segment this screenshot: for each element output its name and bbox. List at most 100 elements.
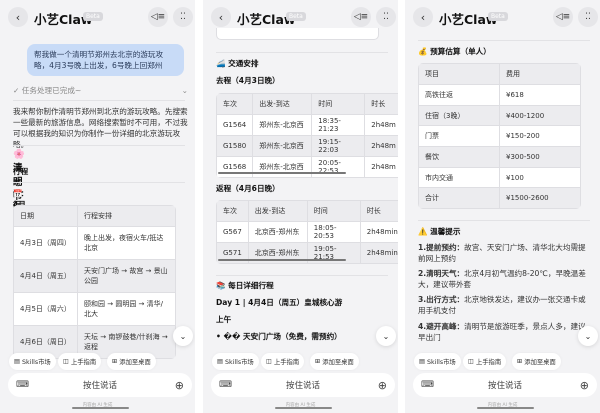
table-row: G1580 郑州东-北京西 19:15-22:03 2h48m [216,135,398,157]
itinerary-item: • �� 天安门广场（免费，需预约） [216,332,342,341]
scroll-down-button[interactable]: ⌄ [376,326,396,346]
chip-guide[interactable]: ◫ 上手指南 [261,353,305,370]
scroll-down-button[interactable]: ⌄ [578,326,598,346]
table-cell: 合计 [418,187,500,210]
table-cell: 2h48m [364,156,398,178]
speaker-button[interactable]: ◁≡ [351,7,371,27]
horizontal-scrollbar[interactable] [218,259,346,261]
table-row: 4月5日（周六） 颐和园 → 圆明园 → 清华/北大 [13,292,176,326]
book-icon: ◫ [468,358,474,365]
speaker-icon: ◁≡ [150,12,166,22]
menu-button[interactable]: ⁚⁚ [376,7,396,27]
chip-add-desktop[interactable]: ⊞ 添加至桌面 [512,353,561,370]
divider [418,40,590,41]
back-button[interactable]: ‹ [413,7,433,27]
keyboard-icon[interactable]: ⌨ [219,380,232,390]
chip-add-desktop[interactable]: ⊞ 添加至桌面 [310,353,359,370]
task-status-toggle[interactable]: ✓ 任务处理已完成~ ⌄ [13,85,188,96]
menu-button[interactable]: ⁚⁚ [578,7,598,27]
divider [13,182,185,183]
plus-square-icon: ⊞ [112,358,118,365]
table-cell: ¥1500-2600 [499,187,581,210]
voice-input-bar[interactable]: ⌨ 按住说话 ⊕ [211,373,395,397]
screen-1: 帮我做一个清明节郑州去北京的游玩攻略，4月3号晚上出发，6号晚上回郑州 ✓ 任务… [0,0,195,413]
hold-to-talk[interactable]: 按住说话 [286,379,320,391]
table-row: 合计 ¥1500-2600 [418,187,581,210]
chevron-down-icon: ⌄ [181,86,188,95]
plus-icon[interactable]: ⊕ [580,379,589,392]
keyboard-icon[interactable]: ⌨ [421,380,434,390]
label: 2.清明天气： [418,269,465,278]
store-icon: ▤ [217,358,223,365]
table-cell: 2h48m [364,135,398,157]
table-cell: 车次 [216,200,249,222]
divider [13,100,185,101]
home-indicator [275,407,332,409]
table-cell: 高铁往返 [418,84,500,106]
chip-guide[interactable]: ◫ 上手指南 [58,353,102,370]
table-row: 住宿（3晚） ¥400-1200 [418,104,581,127]
chip-guide[interactable]: ◫ 上手指南 [463,353,507,370]
speaker-button[interactable]: ◁≡ [553,7,573,27]
chip-skills-market[interactable]: ▤ Skills市场 [212,353,259,370]
divider [216,52,388,53]
table-cell: 颐和园 → 圆明园 → 清华/北大 [77,292,176,326]
hold-to-talk[interactable]: 按住说话 [488,379,522,391]
table-cell: 时间 [311,93,366,115]
table-cell: 4月5日（周六） [13,292,78,326]
table-cell: ¥100 [499,166,581,189]
table-cell: 郑州东-北京西 [252,114,313,136]
table-cell: 19:15-22:03 [311,135,366,157]
table-cell: G1580 [216,135,254,157]
chevron-down-icon: ⌄ [382,331,390,341]
divider [216,275,388,276]
plus-icon[interactable]: ⊕ [175,379,184,392]
table-fragment [216,28,379,40]
table-cell: 2h48m [364,114,398,136]
table-cell: 18:05-20:53 [306,221,361,243]
table-cell: 20:05-22:53 [311,156,366,178]
keyboard-icon[interactable]: ⌨ [16,380,29,390]
return-table: 车次 出发-到达 时间 时长 G567 北京西-郑州东 18:05-20:53 2h48mi… [216,200,398,264]
transport-heading: 🚄 交通安排 [216,59,259,68]
label: 4.避开高峰： [418,322,465,331]
user-message-bubble: 帮我做一个清明节郑州去北京的游玩攻略，4月3号晚上出发，6号晚上回郑州 [27,44,184,76]
tip-item: 4.避开高峰：清明节是旅游旺季，景点人多，建议早出门 [418,321,593,343]
scroll-down-button[interactable]: ⌄ [173,326,193,346]
chip-add-desktop[interactable]: ⊞ 添加至桌面 [107,353,156,370]
chip-skills-market[interactable]: ▤ Skills市场 [9,353,56,370]
table-cell: 时长 [359,200,398,222]
budget-heading: 💰 预算估算（单人） [418,47,491,56]
table-cell: 2h48min [359,242,398,264]
table-cell: ¥618 [499,84,581,106]
daily-heading: 📚 每日详细行程 [216,281,274,290]
speaker-button[interactable]: ◁≡ [148,7,168,27]
plus-icon[interactable]: ⊕ [378,379,387,392]
label: 添加至桌面 [524,359,556,366]
store-icon: ▤ [419,358,425,365]
voice-input-bar[interactable]: ⌨ 按住说话 ⊕ [413,373,597,397]
voice-input-bar[interactable]: ⌨ 按住说话 ⊕ [8,373,192,397]
divider [13,145,185,146]
day1-title: Day 1 | 4月4日（周五）皇城核心游 [216,298,343,307]
book-icon: ◫ [266,358,272,365]
back-button[interactable]: ‹ [8,7,28,27]
table-row: G1564 郑州东-北京西 18:35-21:23 2h48m [216,114,398,136]
header-cell: 行程安排 [77,205,176,227]
hold-to-talk[interactable]: 按住说话 [83,379,117,391]
label: 1.提前预约： [418,243,465,252]
table-cell: 门票 [418,125,500,148]
table-cell: 市内交通 [418,166,500,189]
table-cell: 晚上出发，夜宿火车/抵达北京 [77,226,176,260]
label: 上手指南 [70,359,97,366]
table-row: 餐饮 ¥300-500 [418,146,581,168]
table-cell: ¥400-1200 [499,104,581,127]
horizontal-scrollbar[interactable] [218,172,346,174]
screen-3: 💰 预算估算（单人） 项目 费用 高铁往返 ¥618 住宿（3晚） ¥400-1200… [405,0,600,413]
back-button[interactable]: ‹ [211,7,231,27]
chip-skills-market[interactable]: ▤ Skills市场 [414,353,461,370]
intro-text: 我来帮你制作清明节郑州到北京的游玩攻略。先搜索一些最新的旅游信息。网络搜索暂时不… [13,107,188,149]
label: 添加至桌面 [322,359,354,366]
menu-button[interactable]: ⁚⁚ [173,7,193,27]
table-cell: G1568 [216,156,254,178]
